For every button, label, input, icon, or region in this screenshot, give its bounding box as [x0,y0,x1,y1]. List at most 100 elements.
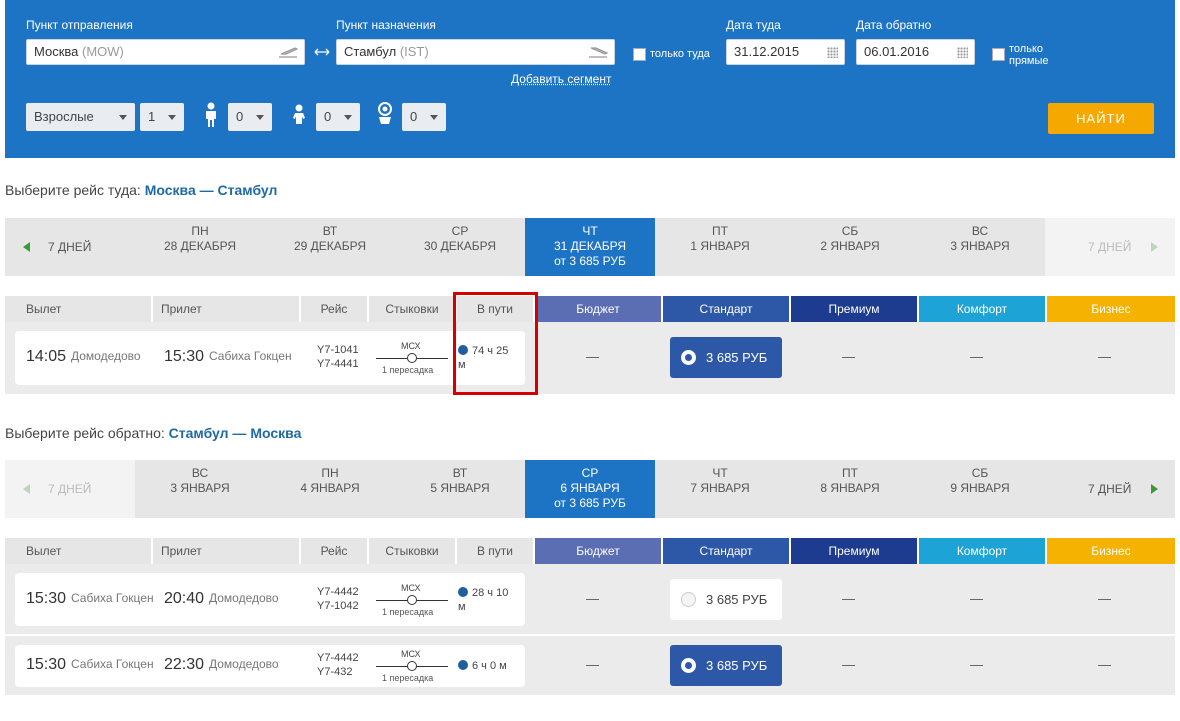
duration: 28 ч 10 м [458,586,508,614]
duration: 6 ч 0 м [458,659,507,673]
outbound-day[interactable]: ПТ 1 ЯНВАРЯ [655,218,785,276]
flight-number: Y7-1042 [317,600,359,612]
origin-city: Москва [34,44,79,59]
day-date: 5 ЯНВАРЯ [430,481,490,495]
outbound-day[interactable]: ВТ 29 ДЕКАБРЯ [265,218,395,276]
origin-input[interactable]: Москва (MOW) [26,39,305,65]
search-panel: Пункт отправления Москва (MOW) Пункт наз… [5,0,1175,158]
standard-price-option[interactable]: 3 685 РУБ [670,579,782,620]
direct-checkbox[interactable] [992,48,1005,61]
oneway-checkbox[interactable] [633,48,646,61]
flight-number: Y7-4442 [317,586,359,598]
next-week-label: 7 ДНЕЙ [1088,482,1132,496]
inbound-prev-week[interactable]: 7 ДНЕЙ [5,460,135,518]
origin-label: Пункт отправления [26,18,133,32]
outbound-day[interactable]: СР 30 ДЕКАБРЯ [395,218,525,276]
flight-card[interactable]: 14:05 Домодедово 15:30 Сабиха Гокцен Y7-… [15,331,525,385]
inbound-day-bar: 7 ДНЕЙ ВС 3 ЯНВАРЯ ПН 4 ЯНВАРЯ ВТ 5 ЯНВАРЯ … [5,460,1175,518]
budget-price: — [586,657,599,672]
children-select[interactable]: 0 [228,103,272,131]
arrival-airport: Сабиха Гокцен [209,349,292,363]
flight-card[interactable]: 15:30 Сабиха Гокцен 20:40 Домодедово Y7-… [15,573,525,626]
outbound-prev-week[interactable]: 7 ДНЕЙ [5,218,135,276]
inbound-day[interactable]: ВТ 5 ЯНВАРЯ [395,460,525,518]
inbound-day[interactable]: ВС 3 ЯНВАРЯ [135,460,265,518]
day-of-week: СБ [841,224,859,238]
day-date: 1 ЯНВАРЯ [690,239,750,253]
inbound-next-week[interactable]: 7 ДНЕЙ [1045,460,1175,518]
day-of-week: ПТ [842,466,858,480]
chevron-down-icon [344,115,352,120]
inbound-title: Выберите рейс обратно: Стамбул — Москва [5,425,301,441]
inbound-day[interactable]: ПН 4 ЯНВАРЯ [265,460,395,518]
return-date-input[interactable]: 06.01.2016 [856,39,975,65]
inbound-day[interactable]: ЧТ 7 ЯНВАРЯ [655,460,785,518]
destination-city: Стамбул [344,44,397,59]
stop-dot [407,661,417,671]
col-flight: Рейс [301,296,367,322]
inbound-day-selected[interactable]: СР 6 ЯНВАРЯ от 3 685 РУБ [525,460,655,518]
outbound-day[interactable]: ПН 28 ДЕКАБРЯ [135,218,265,276]
standard-price-option[interactable]: 3 685 РУБ [670,645,782,686]
inbound-day[interactable]: ПТ 8 ЯНВАРЯ [785,460,915,518]
next-week-label: 7 ДНЕЙ [1088,240,1132,254]
flight-number: Y7-4442 [317,652,359,664]
price-value: 3 685 РУБ [706,592,768,607]
col-flight: Рейс [301,538,367,564]
standard-price-option[interactable]: 3 685 РУБ [670,337,782,378]
infants-seat-select[interactable]: 0 [402,103,446,131]
depart-date-input[interactable]: 31.12.2015 [726,39,845,65]
day-of-week: ПН [191,224,209,238]
outbound-day[interactable]: ВС 3 ЯНВАРЯ [915,218,1045,276]
day-date: 2 ЯНВАРЯ [820,239,880,253]
return-date-label: Дата обратно [856,18,932,32]
radio-selected-icon [681,658,696,673]
business-price: — [1098,349,1111,364]
calendar-icon[interactable] [957,47,968,58]
price-value: 3 685 РУБ [706,350,768,365]
col-business: Бизнес [1047,538,1175,564]
day-date: 31 ДЕКАБРЯ [553,239,627,253]
passenger-type-select[interactable]: Взрослые [26,103,135,131]
inbound-day[interactable]: СБ 9 ЯНВАРЯ [915,460,1045,518]
col-comfort: Комфорт [919,296,1045,322]
premium-price: — [842,591,855,606]
chevron-down-icon [119,115,127,120]
business-price: — [1098,591,1111,606]
calendar-icon[interactable] [827,47,838,58]
add-segment-link[interactable]: Добавить сегмент [511,72,611,86]
flight-card[interactable]: 15:30 Сабиха Гокцен 22:30 Домодедово Y7-… [15,645,525,687]
chevron-down-icon [430,115,438,120]
outbound-day-selected[interactable]: ЧТ 31 ДЕКАБРЯ от 3 685 РУБ [525,218,655,276]
inbound-table-header: Вылет Прилет Рейс Стыковки В пути Бюджет… [5,538,1175,564]
premium-price: — [842,349,855,364]
arrival-time: 22:30 [164,656,205,673]
find-button[interactable]: НАЙТИ [1048,103,1154,134]
col-business: Бизнес [1047,296,1175,322]
chevron-down-icon [168,115,176,120]
duration-value-cont: м [458,601,466,613]
outbound-next-week[interactable]: 7 ДНЕЙ [1045,218,1175,276]
infants-seat-value: 0 [410,109,418,124]
adults-value: 1 [148,109,156,124]
col-standard: Стандарт [663,296,789,322]
oneway-label: только туда [650,48,710,60]
arrow-left-icon [23,484,30,494]
arrow-right-icon [1151,484,1158,494]
day-of-week: ПТ [712,224,728,238]
swap-icon[interactable] [314,47,330,57]
outbound-day[interactable]: СБ 2 ЯНВАРЯ [785,218,915,276]
stop-count: 1 пересадка [382,607,434,617]
duration-highlight-box [453,292,538,395]
stopover: МСХ 1 пересадка [376,649,448,685]
day-of-week: СР [451,224,469,238]
destination-input[interactable]: Стамбул (IST) [336,39,615,65]
takeoff-icon [279,47,298,58]
return-date-value: 06.01.2016 [864,44,930,59]
duration-value: 6 ч 0 м [472,660,507,672]
budget-price: — [586,591,599,606]
day-min-price: от 3 685 РУБ [554,254,626,268]
infants-select[interactable]: 0 [316,103,360,131]
adults-select[interactable]: 1 [140,103,184,131]
col-stops: Стыковки [369,538,455,564]
